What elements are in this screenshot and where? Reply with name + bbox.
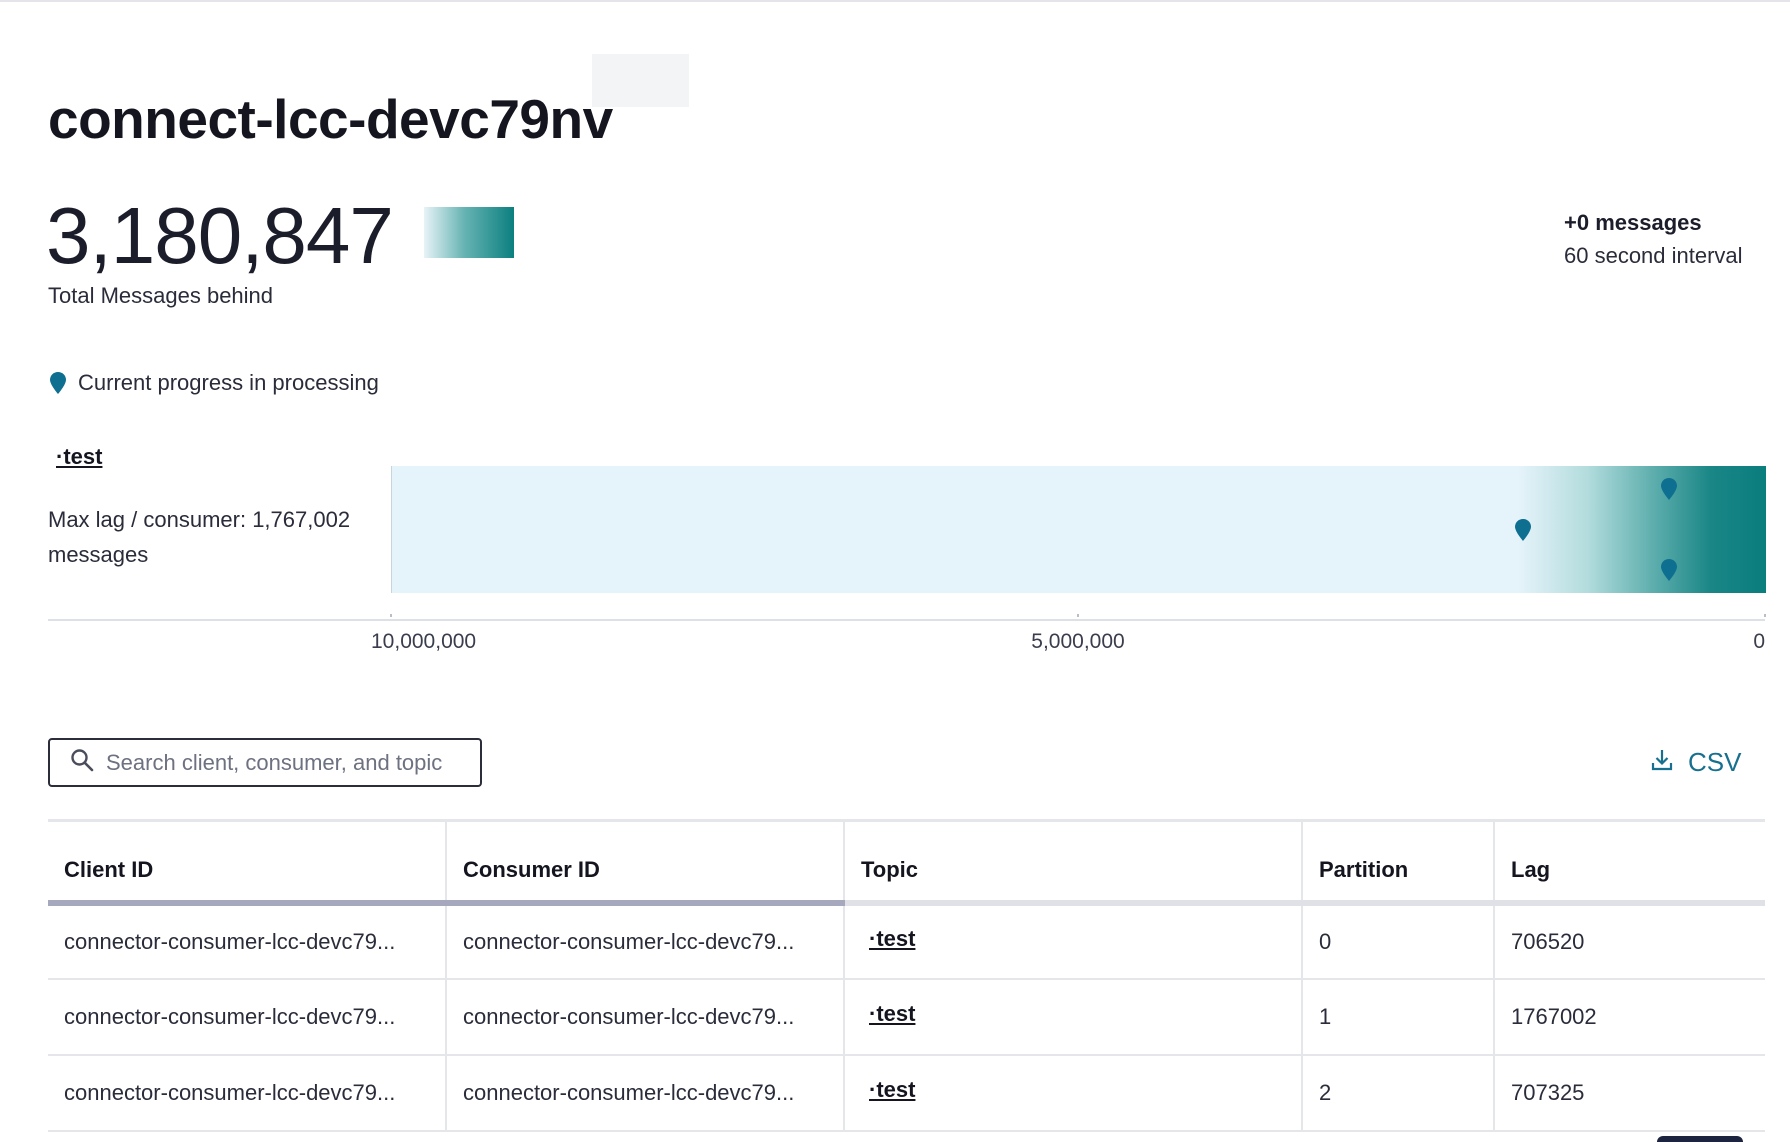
column-header-partition[interactable]: Partition (1302, 821, 1495, 906)
max-lag-label: Max lag / consumer: 1,767,002 messages (48, 507, 351, 567)
axis-tick-label: 5,000,000 (1031, 630, 1125, 653)
delta-interval: 60 second interval (1564, 243, 1743, 268)
partition-lag-pin[interactable] (1660, 559, 1677, 581)
column-header-lag[interactable]: Lag (1494, 821, 1765, 906)
csv-download-button[interactable]: CSV (1650, 747, 1741, 778)
cell-lag: 707325 (1494, 1055, 1765, 1132)
topic-link[interactable]: ·test (869, 926, 915, 951)
axis-tick (1764, 614, 1766, 617)
total-messages-label: Total Messages behind (48, 283, 274, 308)
axis-line (48, 619, 1765, 621)
search-icon (50, 748, 94, 777)
cell-lag: 706520 (1494, 903, 1765, 980)
table-header-row: Client ID Consumer ID Topic Partition La… (48, 821, 1765, 906)
redaction-block (592, 54, 689, 107)
consumer-lag-table: Client ID Consumer ID Topic Partition La… (48, 821, 1765, 1132)
partition-lag-pin[interactable] (1515, 518, 1532, 541)
map-pin-icon (50, 372, 66, 394)
table-row: connector-consumer-lcc-devc79... connect… (48, 979, 1765, 1056)
table-row: connector-consumer-lcc-devc79... connect… (48, 903, 1765, 980)
axis-tick-label: 0 (1753, 630, 1765, 653)
cell-client-id: connector-consumer-lcc-devc79... (48, 979, 447, 1056)
trend-gradient (424, 207, 514, 258)
cell-consumer-id: connector-consumer-lcc-devc79... (446, 1055, 845, 1132)
delta-count: +0 messages (1564, 210, 1702, 235)
topic-link[interactable]: ·test (869, 1077, 915, 1102)
axis-tick (390, 614, 392, 617)
axis-tick-label: 10,000,000 (371, 630, 477, 653)
column-header-client-id[interactable]: Client ID (48, 821, 447, 906)
partition-lag-pin[interactable] (1660, 478, 1677, 500)
csv-label: CSV (1688, 747, 1742, 777)
table-row: connector-consumer-lcc-devc79... connect… (48, 1055, 1765, 1132)
page-title: connect-lcc-devc79nv (48, 87, 613, 150)
search-box[interactable] (48, 738, 482, 787)
cell-client-id: connector-consumer-lcc-devc79... (48, 1055, 447, 1132)
axis-tick (1077, 614, 1079, 617)
cell-topic: ·test (844, 903, 1303, 980)
message-delta: +0 messages 60 second interval (1564, 208, 1764, 274)
cell-consumer-id: connector-consumer-lcc-devc79... (446, 903, 845, 980)
topic-link[interactable]: ·test (869, 1001, 915, 1026)
legend-label: Current progress in processing (78, 370, 379, 395)
topic-link[interactable]: ·test (56, 444, 102, 470)
download-icon (1650, 748, 1674, 777)
cell-topic: ·test (844, 1055, 1303, 1132)
cell-lag: 1767002 (1494, 979, 1765, 1056)
search-input[interactable] (104, 748, 480, 777)
column-header-topic[interactable]: Topic (844, 821, 1303, 906)
cell-consumer-id: connector-consumer-lcc-devc79... (446, 979, 845, 1056)
lag-bar (391, 466, 1766, 593)
cell-client-id: connector-consumer-lcc-devc79... (48, 903, 447, 980)
total-messages-behind: 3,180,847 (46, 191, 394, 280)
cell-topic: ·test (844, 979, 1303, 1056)
floating-widget-edge[interactable] (1657, 1136, 1743, 1142)
progress-legend: Current progress in processing (50, 368, 379, 398)
cell-partition: 0 (1302, 903, 1495, 980)
top-border (0, 0, 1790, 2)
cell-partition: 1 (1302, 979, 1495, 1056)
column-header-consumer-id[interactable]: Consumer ID (446, 821, 845, 906)
cell-partition: 2 (1302, 1055, 1495, 1132)
